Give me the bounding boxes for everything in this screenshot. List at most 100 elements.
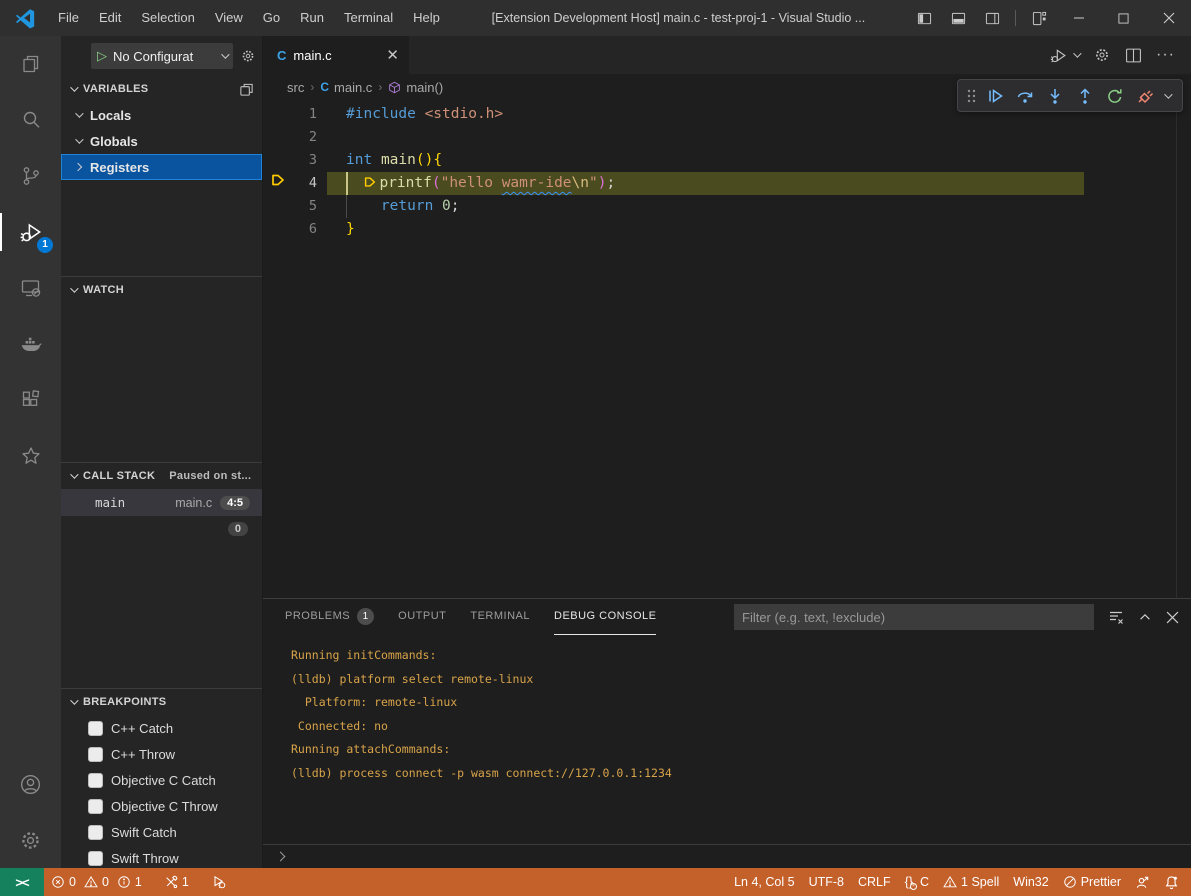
menu-terminal[interactable]: Terminal — [334, 0, 403, 36]
code-text[interactable]: return 0; — [327, 195, 1191, 218]
menu-view[interactable]: View — [205, 0, 253, 36]
code-text[interactable]: printf("hello wamr-ide\n"); — [327, 172, 1191, 195]
breadcrumb-file[interactable]: C main.c — [320, 80, 372, 95]
step-into-button[interactable] — [1042, 83, 1068, 109]
panel-tab-output[interactable]: OUTPUT — [398, 599, 446, 635]
breakpoints-section-header[interactable]: BREAKPOINTS — [61, 689, 262, 715]
breakpoint-swift-catch[interactable]: Swift Catch — [61, 819, 262, 845]
breakpoint-objective-c-throw[interactable]: Objective C Throw — [61, 793, 262, 819]
breakpoint-gutter[interactable] — [263, 126, 293, 149]
breakpoint-objective-c-catch[interactable]: Objective C Catch — [61, 767, 262, 793]
toggle-panel-icon[interactable] — [941, 0, 975, 36]
code-text[interactable]: } — [327, 218, 1191, 241]
menu-help[interactable]: Help — [403, 0, 450, 36]
watch-section-header[interactable]: WATCH — [61, 277, 262, 303]
breakpoint-gutter[interactable] — [263, 149, 293, 172]
menu-file[interactable]: File — [48, 0, 89, 36]
remote-explorer-icon[interactable] — [0, 260, 61, 316]
problems-status[interactable]: 0 0 1 — [44, 868, 149, 896]
breakpoint-swift-throw[interactable]: Swift Throw — [61, 845, 262, 868]
configure-gear-icon[interactable] — [1093, 46, 1111, 64]
start-debug-icon[interactable]: ▷ — [97, 48, 107, 64]
breakpoint-gutter[interactable] — [263, 103, 293, 126]
variables-section-header[interactable]: VARIABLES — [61, 76, 262, 102]
breakpoint-c-catch[interactable]: C++ Catch — [61, 715, 262, 741]
menu-selection[interactable]: Selection — [131, 0, 204, 36]
menu-edit[interactable]: Edit — [89, 0, 131, 36]
debug-toolbar-more-icon[interactable] — [1164, 90, 1172, 98]
source-control-icon[interactable] — [0, 148, 61, 204]
panel-tab-problems[interactable]: PROBLEMS1 — [285, 599, 374, 635]
stack-frame-row[interactable]: main main.c 4:5 — [61, 489, 262, 516]
customize-layout-icon[interactable] — [1022, 0, 1056, 36]
code-text[interactable]: int main(){ — [327, 149, 1191, 172]
maximize-panel-icon[interactable] — [1138, 610, 1152, 624]
run-and-debug-icon[interactable]: 1 — [0, 204, 61, 260]
ports-status[interactable]: 1 — [157, 868, 196, 896]
code-editor[interactable]: 1#include <stdio.h>23int main(){4 printf… — [263, 100, 1191, 598]
search-icon[interactable] — [0, 92, 61, 148]
debug-status-icon-item[interactable] — [204, 868, 234, 896]
menu-go[interactable]: Go — [253, 0, 290, 36]
debug-console-input[interactable] — [263, 844, 1191, 868]
minimize-button[interactable] — [1056, 0, 1101, 36]
toggle-secondary-sidebar-icon[interactable] — [975, 0, 1009, 36]
checkbox-unchecked-icon[interactable] — [88, 851, 103, 866]
close-window-button[interactable] — [1146, 0, 1191, 36]
close-panel-icon[interactable] — [1166, 611, 1179, 624]
maximize-button[interactable] — [1101, 0, 1146, 36]
variables-scope-registers[interactable]: Registers — [61, 154, 262, 180]
spell-checker-status[interactable]: 1 Spell — [936, 868, 1006, 896]
panel-tab-debug-console[interactable]: DEBUG CONSOLE — [554, 599, 656, 635]
accounts-icon[interactable] — [0, 756, 61, 812]
breakpoint-c-throw[interactable]: C++ Throw — [61, 741, 262, 767]
platform-indicator[interactable]: Win32 — [1006, 868, 1055, 896]
explorer-icon[interactable] — [0, 36, 61, 92]
collapse-all-icon[interactable] — [239, 82, 254, 97]
breakpoint-gutter[interactable] — [263, 195, 293, 218]
panel-tab-terminal[interactable]: TERMINAL — [470, 599, 530, 635]
checkbox-unchecked-icon[interactable] — [88, 721, 103, 736]
docker-icon[interactable] — [0, 316, 61, 372]
restart-button[interactable] — [1102, 83, 1128, 109]
console-filter-input[interactable] — [734, 604, 1094, 630]
clear-console-icon[interactable] — [1108, 609, 1124, 625]
split-editor-icon[interactable] — [1125, 47, 1142, 64]
breakpoint-gutter[interactable] — [263, 172, 293, 195]
variables-scope-locals[interactable]: Locals — [61, 102, 262, 128]
notifications-bell-icon[interactable] — [1157, 868, 1191, 896]
debug-configure-gear-icon[interactable] — [240, 48, 256, 64]
eol-indicator[interactable]: CRLF — [851, 868, 898, 896]
cursor-position[interactable]: Ln 4, Col 5 — [727, 868, 801, 896]
code-text[interactable] — [327, 126, 1191, 149]
menu-run[interactable]: Run — [290, 0, 334, 36]
breadcrumb-symbol[interactable]: main() — [388, 80, 443, 95]
call-stack-section-header[interactable]: CALL STACK Paused on st... — [61, 463, 262, 489]
settings-gear-icon[interactable] — [0, 812, 61, 868]
favorites-star-icon[interactable] — [0, 428, 61, 484]
language-mode[interactable]: {}× C — [898, 868, 936, 896]
debug-config-dropdown[interactable]: ▷ No Configurat — [91, 43, 233, 69]
run-or-debug-icon[interactable] — [1049, 46, 1079, 65]
breadcrumb-src[interactable]: src — [287, 80, 304, 95]
feedback-person-icon[interactable] — [1128, 868, 1157, 896]
toggle-sidebar-icon[interactable] — [907, 0, 941, 36]
more-actions-icon[interactable]: ··· — [1156, 46, 1175, 64]
checkbox-unchecked-icon[interactable] — [88, 825, 103, 840]
formatter-status[interactable]: Prettier — [1056, 868, 1128, 896]
encoding-indicator[interactable]: UTF-8 — [802, 868, 851, 896]
checkbox-unchecked-icon[interactable] — [88, 747, 103, 762]
tab-main-c[interactable]: C main.c ✕ — [263, 36, 409, 74]
disconnect-button[interactable] — [1132, 83, 1158, 109]
checkbox-unchecked-icon[interactable] — [88, 799, 103, 814]
step-over-button[interactable] — [1012, 83, 1038, 109]
remote-indicator[interactable]: >< — [0, 868, 44, 896]
checkbox-unchecked-icon[interactable] — [88, 773, 103, 788]
variables-scope-globals[interactable]: Globals — [61, 128, 262, 154]
close-tab-icon[interactable]: ✕ — [386, 46, 399, 64]
step-out-button[interactable] — [1072, 83, 1098, 109]
extensions-icon[interactable] — [0, 372, 61, 428]
breakpoint-gutter[interactable] — [263, 218, 293, 241]
continue-button[interactable] — [982, 83, 1008, 109]
toolbar-drag-handle[interactable] — [964, 88, 978, 104]
